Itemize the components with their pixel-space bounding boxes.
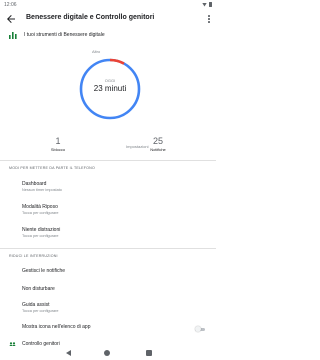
- dnd-title: Non disturbare: [22, 286, 55, 292]
- usage-total: 23 minuti: [93, 84, 127, 93]
- nav-back-icon[interactable]: [66, 350, 71, 356]
- show-icon-toggle[interactable]: [195, 326, 205, 332]
- navigation-bar: [0, 346, 216, 360]
- toggle-thumb: [195, 326, 201, 332]
- status-bar: 12:06: [0, 0, 216, 10]
- tools-label: I tuoi strumenti di Benessere digitale: [24, 32, 105, 38]
- list-item-focus[interactable]: Niente distrazioni Tocca per configurare: [22, 227, 202, 238]
- list-item-bedtime[interactable]: Modalità Riposo Tocca per configurare: [22, 204, 202, 215]
- section-header-interruptions: RIDUCI LE INTERRUZIONI: [9, 254, 58, 258]
- unlocks-count: 1: [55, 136, 61, 146]
- usage-center: OGGI 23 minuti: [78, 57, 142, 121]
- battery-icon: [209, 2, 212, 7]
- show-icon-title: Mostra icona nell'elenco di app: [22, 324, 91, 330]
- tools-header[interactable]: I tuoi strumenti di Benessere digitale: [0, 30, 216, 42]
- usage-chart[interactable]: Altro OGGI 23 minuti Impostazioni: [72, 49, 148, 149]
- notifications-settings-title: Gestisci le notifiche: [22, 268, 66, 274]
- notifications-count: 25: [152, 136, 163, 146]
- unlocks-stat[interactable]: 1 Sblocco: [28, 136, 88, 152]
- bar-chart-icon: [9, 32, 17, 39]
- arrow-back-icon[interactable]: [5, 13, 17, 25]
- nav-home-icon[interactable]: [104, 350, 110, 356]
- list-item-notifications[interactable]: Gestisci le notifiche: [22, 268, 202, 274]
- page-title: Benessere digitale e Controllo genitori: [26, 14, 155, 21]
- notifications-stat[interactable]: 25 Notifiche: [128, 136, 188, 152]
- focus-subtitle: Tocca per configurare: [22, 234, 59, 238]
- bedtime-subtitle: Tocca per configurare: [22, 211, 59, 215]
- list-item-driving[interactable]: Guida assist Tocca per configurare: [22, 302, 202, 313]
- bedtime-title: Modalità Riposo: [22, 204, 58, 210]
- driving-subtitle: Tocca per configurare: [22, 309, 59, 313]
- section-header-disconnect: MODI PER METTERE DA PARTE IL TELEFONO: [9, 166, 95, 170]
- list-item-dnd[interactable]: Non disturbare: [22, 286, 202, 292]
- list-item-dashboard[interactable]: Dashboard Nessun timer impostato: [22, 181, 202, 192]
- status-icons: [202, 2, 212, 7]
- divider: [0, 248, 216, 249]
- usage-label-other: Altro: [92, 49, 101, 54]
- wifi-icon: [202, 2, 207, 7]
- focus-title: Niente distrazioni: [22, 227, 61, 233]
- unlocks-label: Sblocco: [50, 147, 66, 152]
- more-vert-icon[interactable]: [206, 13, 212, 25]
- list-item-show-icon[interactable]: Mostra icona nell'elenco di app: [22, 324, 202, 330]
- driving-title: Guida assist: [22, 302, 50, 308]
- usage-caption: OGGI: [104, 78, 116, 83]
- nav-recents-icon[interactable]: [146, 350, 152, 356]
- dashboard-subtitle: Nessun timer impostato: [22, 188, 62, 192]
- status-time: 12:06: [4, 2, 17, 8]
- divider: [0, 160, 216, 161]
- dashboard-title: Dashboard: [22, 181, 47, 187]
- app-bar: Benessere digitale e Controllo genitori: [0, 10, 216, 28]
- notifications-label: Notifiche: [150, 147, 166, 152]
